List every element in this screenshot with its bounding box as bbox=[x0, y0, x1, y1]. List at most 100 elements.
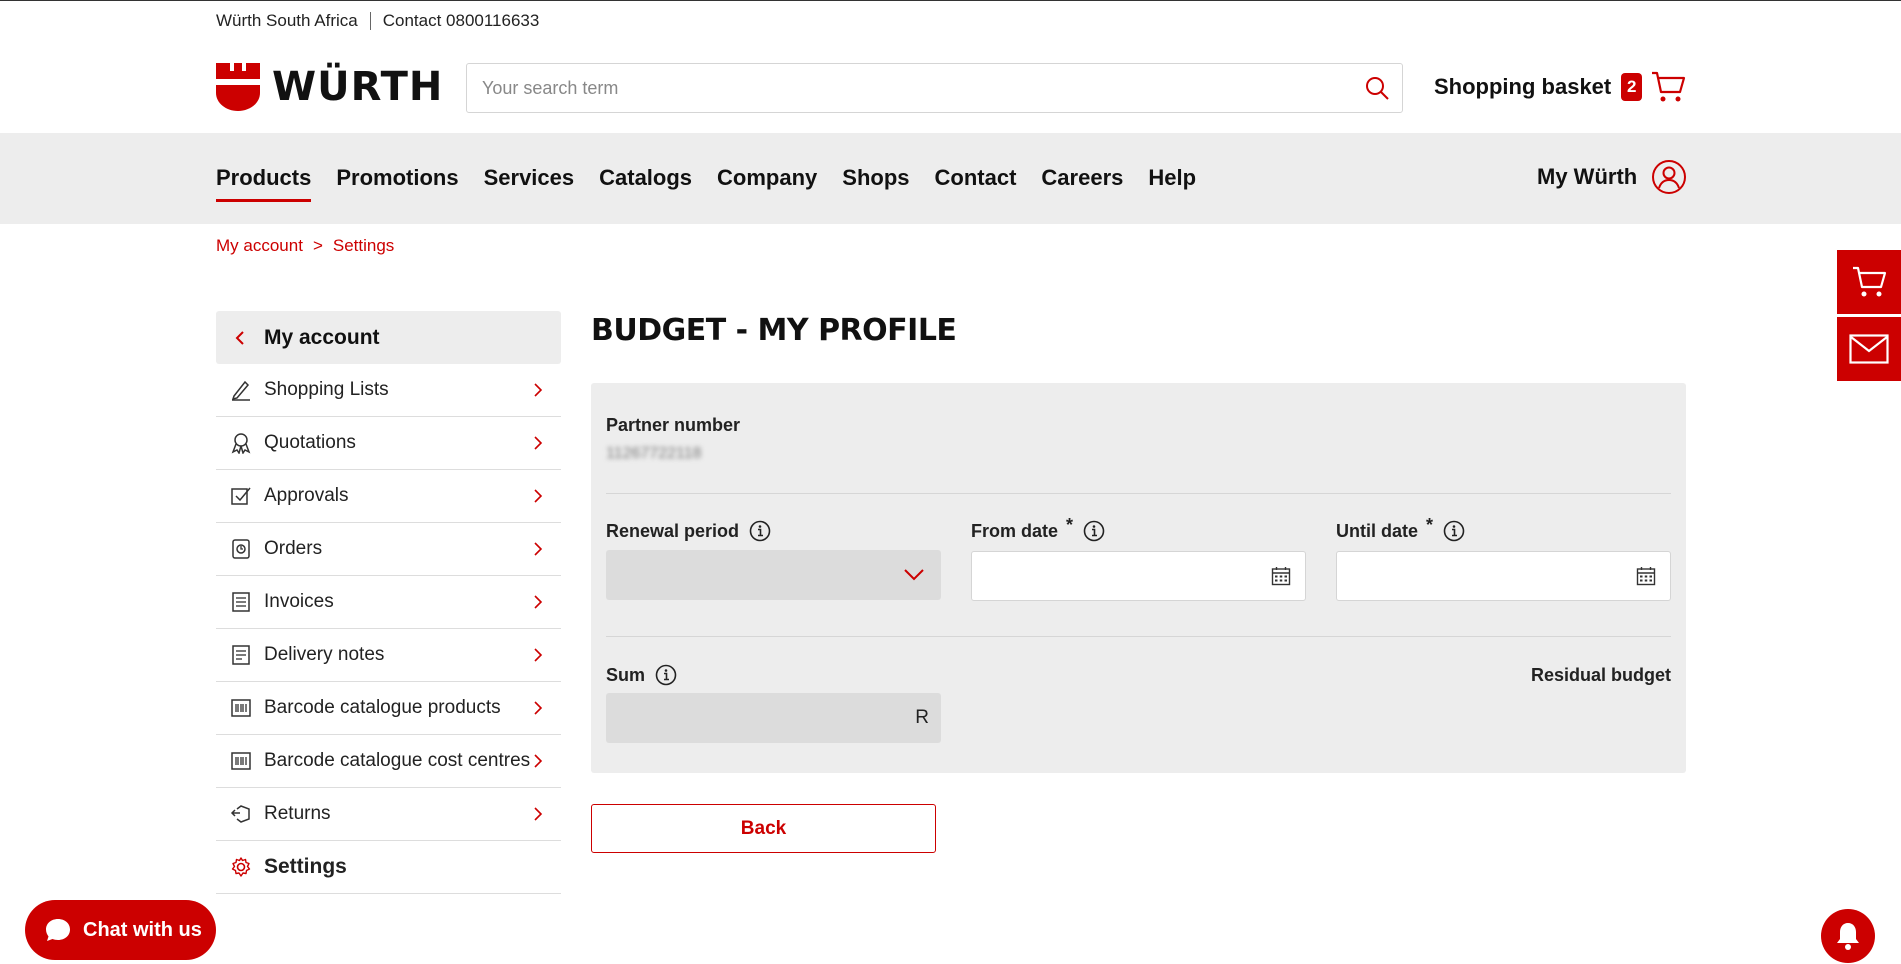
sidebar-item-invoices[interactable]: Invoices bbox=[216, 576, 561, 629]
barcode-icon bbox=[230, 697, 252, 719]
sidebar-item-label: Barcode catalogue products bbox=[264, 697, 501, 718]
breadcrumb-separator: > bbox=[312, 236, 323, 255]
required-mark: * bbox=[1426, 514, 1434, 535]
sidebar-item-barcode-cost-centres[interactable]: Barcode catalogue cost centres bbox=[216, 735, 561, 788]
info-icon[interactable] bbox=[1443, 520, 1465, 542]
floating-mail-button[interactable] bbox=[1837, 317, 1901, 381]
sidebar-item-delivery-notes[interactable]: Delivery notes bbox=[216, 629, 561, 682]
residual-budget-label: Residual budget bbox=[1530, 665, 1671, 685]
chat-bubble-icon bbox=[46, 919, 70, 941]
sidebar-item-label: Settings bbox=[264, 855, 347, 878]
sidebar-my-account[interactable]: My account bbox=[216, 311, 561, 364]
sum-currency: R bbox=[915, 707, 929, 728]
info-icon[interactable] bbox=[749, 520, 771, 542]
nav-catalogs[interactable]: Catalogs bbox=[599, 165, 692, 202]
invoice-icon bbox=[230, 591, 252, 613]
budget-panel: Partner number 11267722118 Renewal perio… bbox=[591, 383, 1686, 773]
required-mark: * bbox=[1066, 514, 1074, 535]
partner-number-label: Partner number bbox=[606, 415, 741, 435]
sidebar-item-orders[interactable]: Orders bbox=[216, 523, 561, 576]
chevron-down-icon bbox=[904, 569, 924, 581]
account-sidebar: My account Shopping Lists Quotations App… bbox=[216, 311, 561, 894]
chevron-right-icon bbox=[534, 436, 543, 450]
company-name: Würth South Africa bbox=[216, 11, 358, 30]
partner-number-value: 11267722118 bbox=[606, 445, 702, 462]
residual-budget-label-row: Residual budget bbox=[1531, 665, 1671, 686]
shopping-basket[interactable]: Shopping basket 2 bbox=[1434, 70, 1686, 104]
panel-divider bbox=[606, 493, 1671, 494]
chevron-right-icon bbox=[534, 701, 543, 715]
from-date-input[interactable] bbox=[971, 551, 1306, 601]
cart-icon bbox=[1652, 71, 1686, 102]
calendar-icon[interactable] bbox=[1271, 566, 1291, 586]
sidebar-item-returns[interactable]: Returns bbox=[216, 788, 561, 841]
nav-products[interactable]: Products bbox=[216, 165, 312, 202]
sum-input[interactable]: R bbox=[606, 693, 941, 743]
renewal-period-label-row: Renewal period bbox=[606, 520, 771, 542]
my-wurth-account[interactable]: My Würth bbox=[1537, 159, 1687, 195]
sidebar-item-shopping-lists[interactable]: Shopping Lists bbox=[216, 364, 561, 417]
gear-icon bbox=[230, 856, 252, 878]
renewal-period-label: Renewal period bbox=[606, 520, 740, 541]
wurth-logo[interactable]: WÜRTH bbox=[216, 63, 443, 111]
sidebar-item-label: Returns bbox=[264, 803, 331, 824]
notification-bell-button[interactable] bbox=[1821, 909, 1875, 963]
floating-cart-button[interactable] bbox=[1837, 250, 1901, 314]
chevron-right-icon bbox=[534, 648, 543, 662]
chevron-right-icon bbox=[534, 542, 543, 556]
sidebar-item-label: Shopping Lists bbox=[264, 379, 389, 400]
my-wurth-label: My Würth bbox=[1537, 164, 1638, 189]
info-icon[interactable] bbox=[655, 664, 677, 686]
top-info-bar: Würth South Africa Contact 0800116633 bbox=[0, 0, 1901, 40]
floating-side-tabs bbox=[1837, 250, 1901, 384]
sidebar-item-label: Delivery notes bbox=[264, 644, 385, 665]
chevron-right-icon bbox=[534, 489, 543, 503]
chat-with-us-button[interactable]: Chat with us bbox=[25, 900, 216, 960]
barcode-icon bbox=[230, 750, 252, 772]
sidebar-item-label: Barcode catalogue cost centres bbox=[264, 750, 531, 771]
sidebar-item-label: Orders bbox=[264, 538, 323, 559]
contact-phone[interactable]: Contact 0800116633 bbox=[383, 11, 540, 31]
search-box bbox=[466, 63, 1403, 113]
bell-icon bbox=[1837, 923, 1859, 950]
chevron-right-icon bbox=[534, 754, 543, 768]
breadcrumb-settings[interactable]: Settings bbox=[333, 236, 394, 256]
sidebar-head-label: My account bbox=[264, 325, 380, 349]
award-icon bbox=[230, 432, 252, 454]
from-date-label-row: From date * bbox=[971, 515, 1105, 542]
calendar-icon[interactable] bbox=[1636, 566, 1656, 586]
until-date-input[interactable] bbox=[1336, 551, 1671, 601]
breadcrumb-my-account[interactable]: My account bbox=[216, 236, 303, 256]
from-date-label: From date bbox=[971, 520, 1059, 541]
nav-company[interactable]: Company bbox=[717, 165, 817, 202]
nav-contact[interactable]: Contact bbox=[935, 165, 1017, 202]
chevron-right-icon bbox=[534, 595, 543, 609]
chevron-right-icon bbox=[534, 383, 543, 397]
chat-label: Chat with us bbox=[83, 918, 202, 941]
back-button[interactable]: Back bbox=[591, 804, 936, 853]
chevron-right-icon bbox=[534, 807, 543, 821]
page-title: BUDGET - MY PROFILE bbox=[591, 313, 957, 348]
nav-shops[interactable]: Shops bbox=[842, 165, 909, 202]
sidebar-item-settings[interactable]: Settings bbox=[216, 841, 561, 894]
search-button[interactable] bbox=[1352, 64, 1402, 112]
sidebar-item-quotations[interactable]: Quotations bbox=[216, 417, 561, 470]
nav-help[interactable]: Help bbox=[1148, 165, 1196, 202]
panel-divider bbox=[606, 636, 1671, 637]
sidebar-item-barcode-products[interactable]: Barcode catalogue products bbox=[216, 682, 561, 735]
renewal-period-select[interactable] bbox=[606, 550, 941, 600]
sidebar-item-approvals[interactable]: Approvals bbox=[216, 470, 561, 523]
nav-promotions[interactable]: Promotions bbox=[336, 165, 458, 202]
nav-services[interactable]: Services bbox=[484, 165, 575, 202]
logo-mark-icon bbox=[216, 63, 260, 111]
nav-careers[interactable]: Careers bbox=[1041, 165, 1123, 202]
basket-label: Shopping basket bbox=[1434, 74, 1612, 99]
order-icon bbox=[230, 538, 252, 560]
sidebar-item-label: Invoices bbox=[264, 591, 334, 612]
delivery-note-icon bbox=[230, 644, 252, 666]
search-input[interactable] bbox=[467, 64, 1352, 112]
pencil-icon bbox=[230, 379, 252, 401]
chevron-left-icon bbox=[235, 330, 244, 345]
search-icon bbox=[1366, 77, 1389, 100]
info-icon[interactable] bbox=[1083, 520, 1105, 542]
